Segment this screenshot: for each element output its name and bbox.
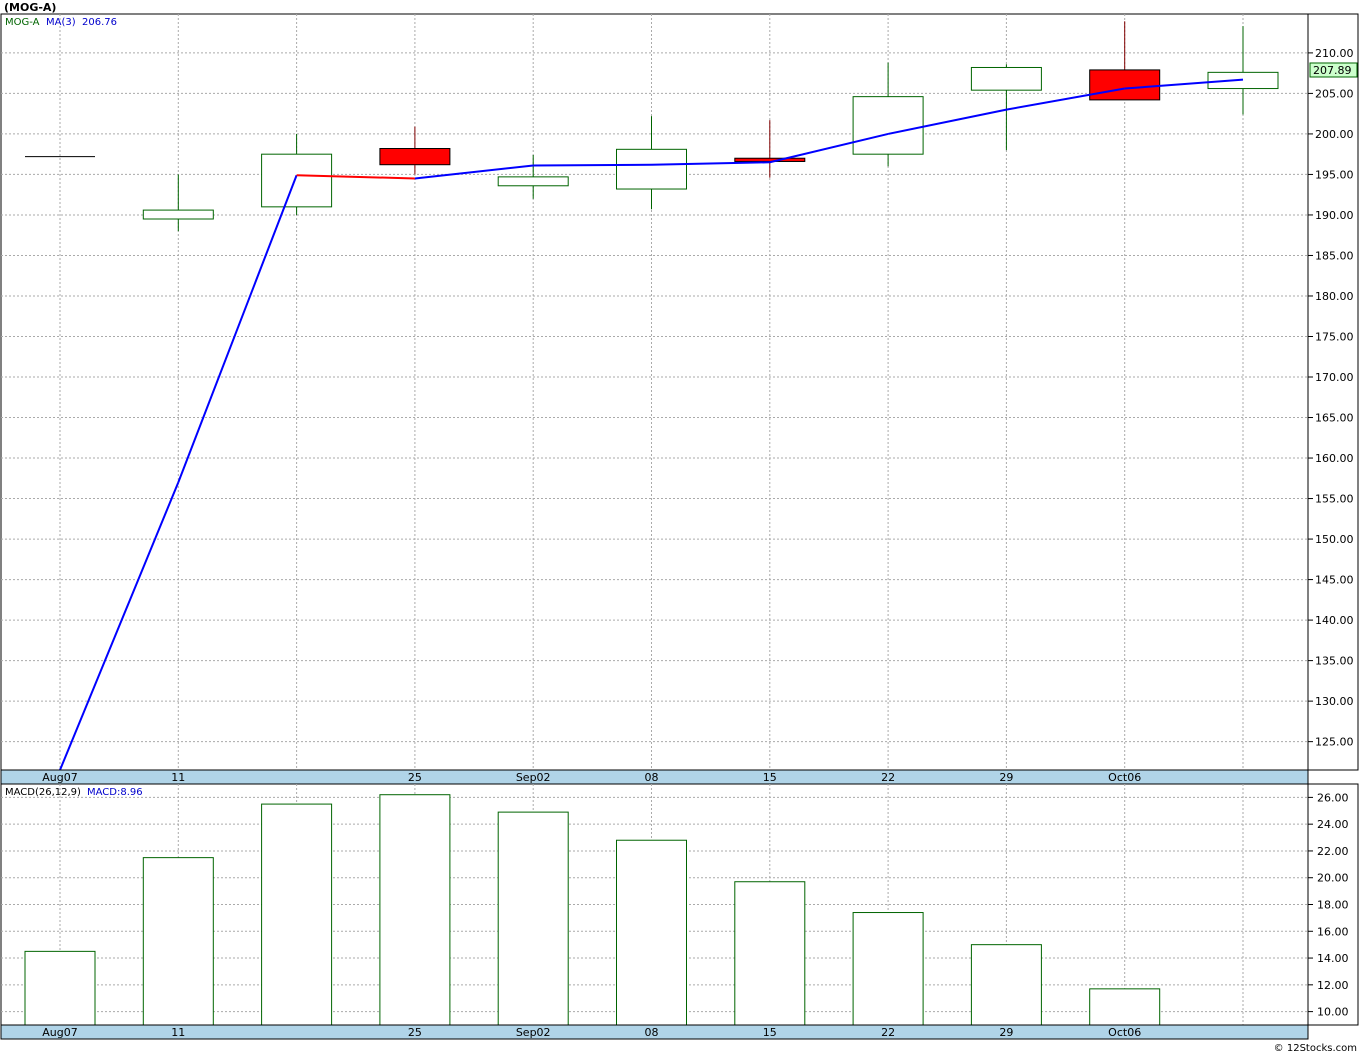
ma-legend-value: 206.76 xyxy=(82,17,117,28)
candle-body xyxy=(497,176,569,187)
macd-y-tick-label: 10.00 xyxy=(1317,1006,1349,1019)
price-y-tick-label: 160.00 xyxy=(1315,452,1354,465)
price-x-tick-label: 22 xyxy=(881,771,895,784)
price-x-tick-label: 15 xyxy=(763,771,777,784)
macd-y-tick-label: 22.00 xyxy=(1317,845,1349,858)
macd-y-tick-label: 16.00 xyxy=(1317,925,1349,938)
price-x-tick-label: Aug07 xyxy=(42,771,77,784)
macd-y-tick-label: 14.00 xyxy=(1317,952,1349,965)
macd-x-tick-label: 22 xyxy=(881,1026,895,1039)
macd-x-tick-label: 29 xyxy=(999,1026,1013,1039)
macd-bar xyxy=(379,794,451,1026)
macd-bar xyxy=(497,811,569,1026)
candle-body xyxy=(734,157,806,162)
price-panel-frame xyxy=(0,13,1359,771)
macd-legend-value: MACD:8.96 xyxy=(87,787,143,798)
candle-body xyxy=(261,153,333,208)
candle-body xyxy=(970,66,1042,91)
macd-y-tick-label: 12.00 xyxy=(1317,979,1349,992)
price-y-tick-label: 150.00 xyxy=(1315,533,1354,546)
price-y-tick-label: 205.00 xyxy=(1315,87,1354,100)
price-x-tick-label: Sep02 xyxy=(516,771,551,784)
macd-bar xyxy=(142,857,214,1026)
price-y-tick-label: 180.00 xyxy=(1315,290,1354,303)
macd-x-tick-label: 15 xyxy=(763,1026,777,1039)
price-x-tick-label: 11 xyxy=(171,771,185,784)
macd-legend-label: MACD(26,12,9) xyxy=(5,787,81,798)
chart-title: (MOG-A) xyxy=(4,1,56,14)
price-x-tick-label: Oct06 xyxy=(1108,771,1141,784)
macd-y-tick-label: 18.00 xyxy=(1317,899,1349,912)
price-y-tick-label: 145.00 xyxy=(1315,574,1354,587)
macd-bar xyxy=(24,950,96,1026)
macd-bar xyxy=(261,803,333,1026)
price-y-tick-label: 170.00 xyxy=(1315,371,1354,384)
ma-legend-label: MA(3) xyxy=(46,17,76,28)
price-y-tick-label: 155.00 xyxy=(1315,493,1354,506)
macd-bar xyxy=(852,912,924,1026)
price-y-tick-label: 125.00 xyxy=(1315,736,1354,749)
price-legend: MOG-A xyxy=(5,17,40,28)
price-y-tick-label: 165.00 xyxy=(1315,412,1354,425)
macd-x-tick-label: 11 xyxy=(171,1026,185,1039)
copyright-text: © 12Stocks.com xyxy=(1274,1043,1357,1054)
last-price-label: 207.89 xyxy=(1313,64,1352,77)
macd-y-tick-label: 24.00 xyxy=(1317,818,1349,831)
price-y-tick-label: 135.00 xyxy=(1315,655,1354,668)
macd-bar xyxy=(1089,988,1161,1026)
price-x-tick-label: 25 xyxy=(408,771,422,784)
price-y-tick-label: 140.00 xyxy=(1315,614,1354,627)
candle-body xyxy=(379,148,451,166)
macd-x-tick-label: Aug07 xyxy=(42,1026,77,1039)
macd-bar xyxy=(616,839,687,1026)
price-y-tick-label: 210.00 xyxy=(1315,47,1354,60)
macd-bar xyxy=(970,944,1042,1026)
candle-body xyxy=(142,209,214,220)
macd-bar xyxy=(734,881,806,1026)
price-y-tick-label: 200.00 xyxy=(1315,128,1354,141)
price-y-tick-label: 195.00 xyxy=(1315,168,1354,181)
ma-segment xyxy=(533,163,652,167)
price-y-tick-label: 185.00 xyxy=(1315,249,1354,262)
macd-x-tick-label: 08 xyxy=(645,1026,659,1039)
macd-x-tick-label: Sep02 xyxy=(516,1026,551,1039)
macd-x-tick-label: 25 xyxy=(408,1026,422,1039)
price-y-tick-label: 190.00 xyxy=(1315,209,1354,222)
macd-x-tick-label: Oct06 xyxy=(1108,1026,1141,1039)
price-y-tick-label: 175.00 xyxy=(1315,330,1354,343)
macd-y-tick-label: 20.00 xyxy=(1317,872,1349,885)
candle-body xyxy=(852,96,924,155)
candle-body xyxy=(616,148,687,190)
price-x-tick-label: 08 xyxy=(645,771,659,784)
candle-body xyxy=(1089,69,1161,101)
stock-chart: 125.00 130.00 135.00 140.00 145.00 150.00 155.… xyxy=(0,1,1359,1054)
macd-y-tick-label: 26.00 xyxy=(1317,791,1349,804)
price-x-tick-label: 29 xyxy=(999,771,1013,784)
price-y-tick-label: 130.00 xyxy=(1315,695,1354,708)
